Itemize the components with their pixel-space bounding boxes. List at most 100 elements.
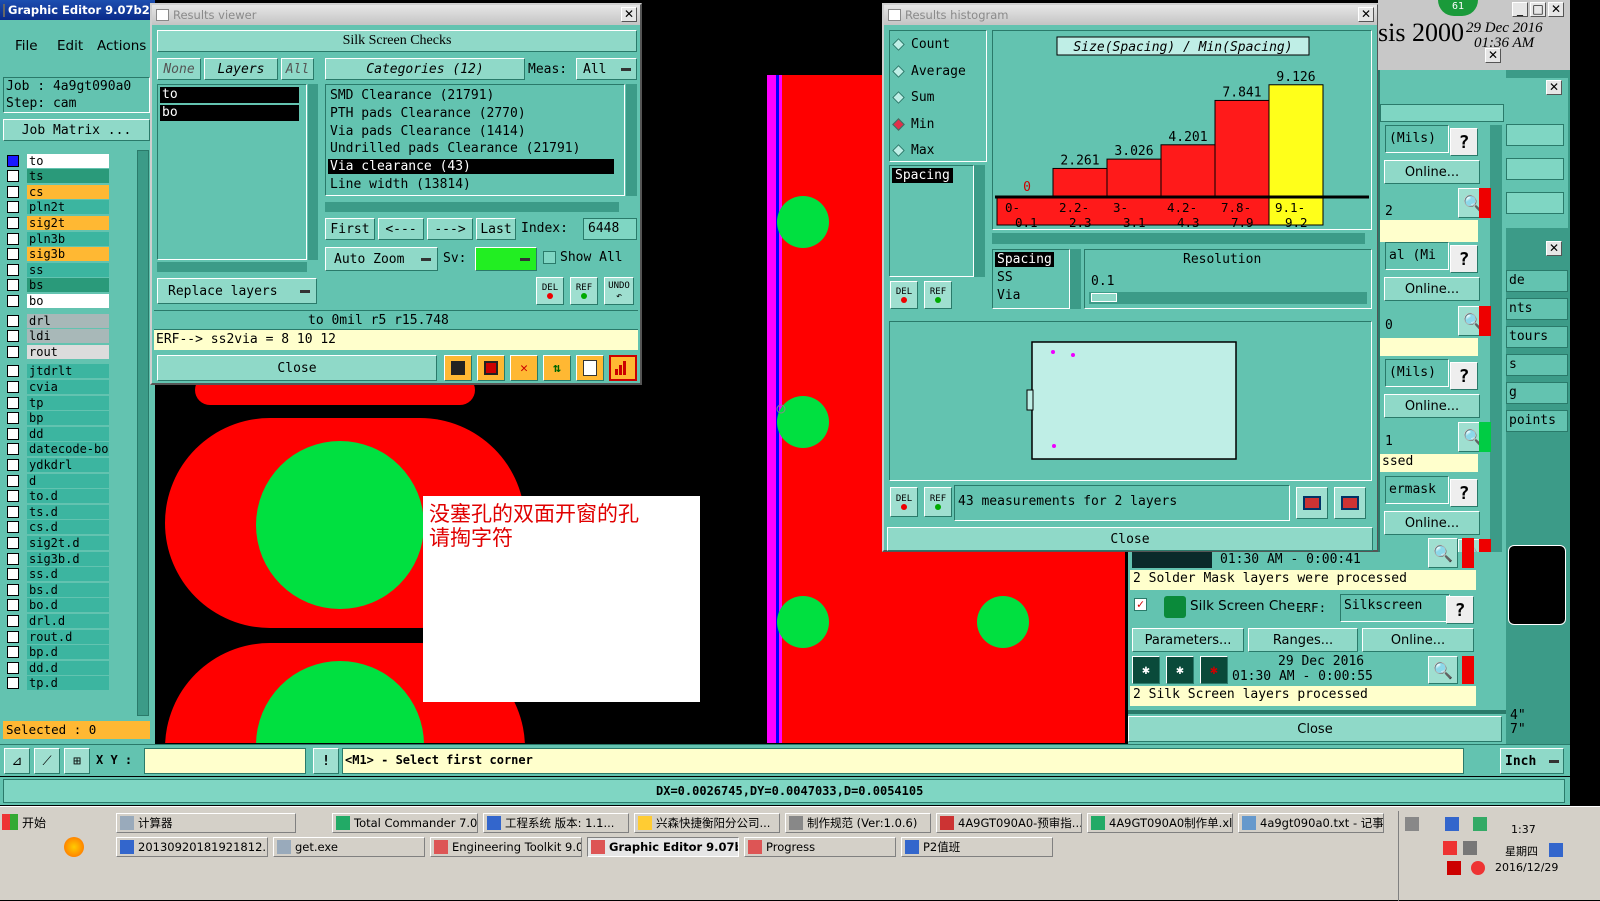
layer-name[interactable]: ts bbox=[27, 169, 109, 184]
close-icon[interactable]: ✕ bbox=[621, 7, 637, 22]
layer-name[interactable]: cvia bbox=[27, 379, 109, 394]
layer-row[interactable]: to.d bbox=[5, 489, 135, 504]
layer-name[interactable]: sig2t.d bbox=[27, 535, 109, 550]
help-button-1[interactable]: ? bbox=[1450, 128, 1478, 156]
first-button[interactable]: First bbox=[325, 218, 375, 240]
grid-icon[interactable]: ⊞ bbox=[64, 748, 90, 774]
layer-checkbox[interactable] bbox=[7, 330, 19, 343]
tray-icon-pen[interactable] bbox=[1447, 861, 1461, 875]
layer-name[interactable]: cs.d bbox=[27, 520, 109, 535]
layer-checkbox[interactable] bbox=[7, 474, 19, 487]
job-matrix-button[interactable]: Job Matrix ... bbox=[3, 119, 150, 141]
layers-button[interactable]: Layers bbox=[204, 58, 278, 80]
layer-checkbox[interactable] bbox=[7, 345, 19, 358]
minimize-icon[interactable]: _ bbox=[1512, 2, 1528, 17]
results-close-button[interactable]: Close bbox=[157, 355, 437, 381]
layer-checkbox[interactable] bbox=[7, 232, 19, 245]
unit-dropdown[interactable]: Inch bbox=[1500, 748, 1564, 774]
online-button-3[interactable]: Online... bbox=[1384, 394, 1480, 418]
hist-ref-button[interactable]: REF bbox=[924, 281, 952, 309]
categories-button[interactable]: Categories (12) bbox=[325, 58, 525, 80]
zoom-next-icon[interactable] bbox=[1334, 487, 1366, 519]
taskbar-item[interactable]: P2值班 bbox=[901, 837, 1053, 857]
layer-checkbox[interactable] bbox=[7, 201, 19, 214]
erf-value-field[interactable]: Silkscreen bbox=[1340, 594, 1450, 622]
hist-ref-button-2[interactable]: REF bbox=[924, 487, 952, 517]
taskbar-item[interactable]: Graphic Editor 9.07b2 ... bbox=[587, 837, 739, 857]
layer-name[interactable]: rout.d bbox=[27, 629, 109, 644]
ref-button[interactable]: REF bbox=[570, 277, 598, 305]
layer-row[interactable]: sig3b.d bbox=[5, 551, 135, 566]
layer-checkbox[interactable] bbox=[7, 365, 19, 378]
layer-name[interactable]: bs bbox=[27, 278, 109, 293]
taskbar-item[interactable]: Progress bbox=[744, 837, 896, 857]
layer-name[interactable]: ts.d bbox=[27, 504, 109, 519]
menu-file[interactable]: File bbox=[15, 38, 38, 54]
category-item[interactable]: Via pads Clearance (1414) bbox=[328, 124, 614, 139]
mode-radio-average[interactable]: Average bbox=[892, 64, 966, 79]
mode-radio-count[interactable]: Count bbox=[892, 37, 950, 52]
layer-name[interactable]: bo bbox=[27, 293, 109, 308]
online-button-4[interactable]: Online... bbox=[1384, 511, 1480, 535]
category-list[interactable]: SMD Clearance (21791) PTH pads Clearance … bbox=[325, 84, 625, 196]
list2[interactable]: Spacing SS Via bbox=[992, 249, 1070, 309]
layer-checkbox[interactable] bbox=[7, 154, 19, 167]
far-right-item[interactable]: tours bbox=[1506, 326, 1568, 348]
layer-row[interactable]: pln3b bbox=[5, 231, 135, 246]
category-item[interactable]: Undrilled pads Clearance (21791) bbox=[328, 141, 614, 156]
layer-name[interactable]: datecode-bo bbox=[27, 442, 109, 457]
layer-checkbox[interactable] bbox=[7, 505, 19, 518]
layer-row[interactable]: d bbox=[5, 473, 135, 488]
layer-name[interactable]: sig2t bbox=[27, 215, 109, 230]
close-icon[interactable]: ✕ bbox=[1546, 80, 1562, 95]
layer-checkbox[interactable] bbox=[7, 661, 19, 674]
layer-name[interactable]: to bbox=[27, 153, 109, 168]
resolution-slider[interactable] bbox=[1089, 292, 1367, 304]
layer-row[interactable]: pln2t bbox=[5, 200, 135, 215]
layer-checkbox[interactable] bbox=[7, 552, 19, 565]
layer-name[interactable]: bp.d bbox=[27, 645, 109, 660]
layer-name[interactable]: sig3b.d bbox=[27, 551, 109, 566]
maximize-icon[interactable]: □ bbox=[1530, 2, 1546, 17]
layer-checkbox[interactable] bbox=[7, 263, 19, 276]
layer-name[interactable]: to.d bbox=[27, 489, 109, 504]
layer-checkbox[interactable] bbox=[7, 568, 19, 581]
layer-name[interactable]: pln2t bbox=[27, 200, 109, 215]
hist-del-button[interactable]: DEL bbox=[890, 281, 918, 309]
layer-name[interactable]: ss.d bbox=[27, 567, 109, 582]
layer-name[interactable]: rout bbox=[27, 344, 109, 359]
category-item[interactable]: Line width (13814) bbox=[328, 177, 614, 192]
xy-input[interactable] bbox=[144, 748, 306, 774]
result-layer-bo[interactable]: bo bbox=[160, 105, 299, 121]
parameters-button[interactable]: Parameters... bbox=[1132, 628, 1244, 652]
layer-name[interactable]: d bbox=[27, 473, 109, 488]
sv-color-dropdown[interactable] bbox=[475, 247, 537, 271]
layer-checkbox[interactable] bbox=[7, 216, 19, 229]
taskbar-item[interactable]: 20130920181921812.rtf... bbox=[116, 837, 268, 857]
layer-checkbox[interactable] bbox=[7, 427, 19, 440]
run-icon-1[interactable]: ✱ bbox=[1132, 656, 1160, 684]
taskbar-item[interactable]: 兴森快捷衡阳分公司... bbox=[634, 813, 780, 833]
online-button-5[interactable]: Online... bbox=[1362, 628, 1474, 652]
undo-button[interactable]: UNDO ↶ bbox=[604, 277, 634, 305]
histogram-close-button[interactable]: Close bbox=[887, 527, 1373, 551]
layer-checkbox[interactable] bbox=[7, 380, 19, 393]
layer-row[interactable]: bs bbox=[5, 278, 135, 293]
taskbar-item[interactable]: Total Commander 7.0 p... bbox=[332, 813, 478, 833]
category-item[interactable]: Via clearance (43) bbox=[328, 159, 614, 175]
layer-row[interactable]: ts.d bbox=[5, 504, 135, 519]
ranges-button[interactable]: Ranges... bbox=[1248, 628, 1358, 652]
layer-checkbox[interactable] bbox=[7, 170, 19, 183]
layer-row[interactable]: dd.d bbox=[5, 660, 135, 675]
bar-tool-icon[interactable] bbox=[444, 355, 472, 381]
layer-checkbox[interactable] bbox=[7, 314, 19, 327]
layer-list-vscroll[interactable] bbox=[308, 84, 318, 260]
menu-edit[interactable]: Edit bbox=[57, 38, 83, 54]
snap-icon-1[interactable]: ⊿ bbox=[4, 748, 30, 774]
menu-actions[interactable]: Actions bbox=[97, 38, 146, 54]
close-icon[interactable]: ✕ bbox=[1548, 2, 1564, 17]
layer-checkbox[interactable] bbox=[7, 677, 19, 690]
layer-row[interactable]: bo bbox=[5, 293, 135, 308]
taskbar-item[interactable]: Engineering Toolkit 9.07... bbox=[430, 837, 582, 857]
taskbar-item[interactable]: 4a9gt090a0.txt - 记事本 bbox=[1238, 813, 1384, 833]
